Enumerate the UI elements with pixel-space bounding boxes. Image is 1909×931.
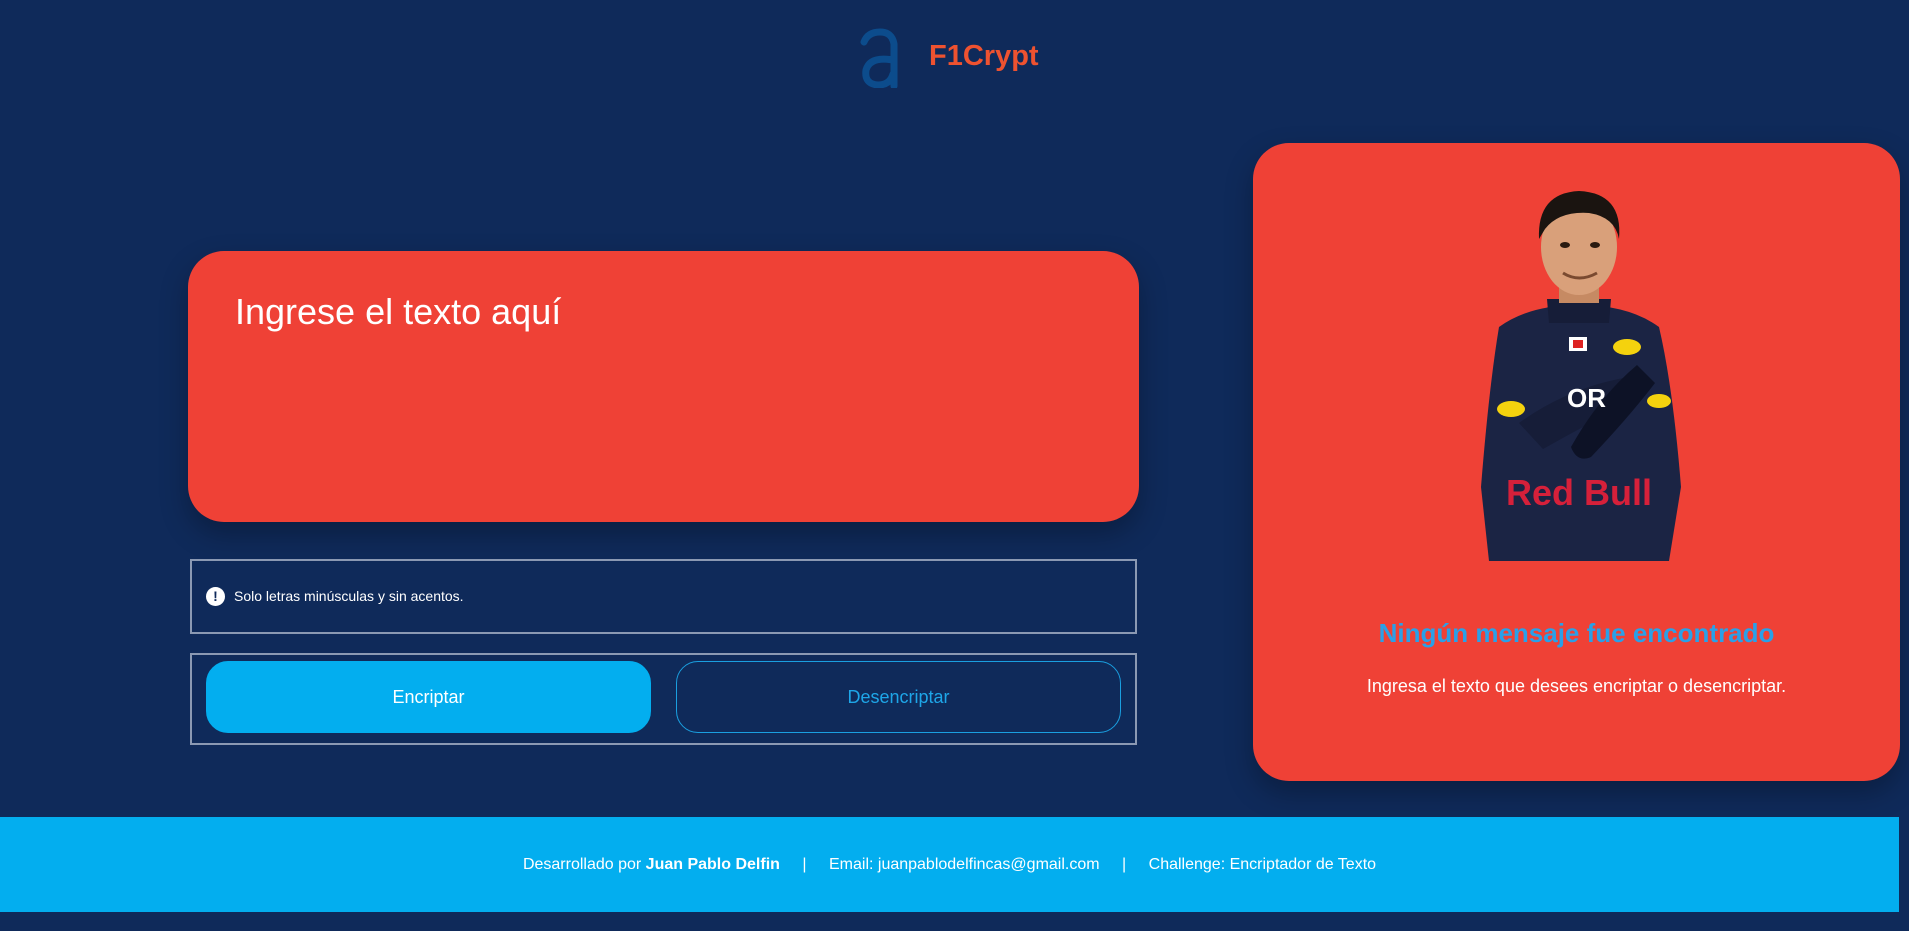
footer-developer-name: Juan Pablo Delfin [645,856,780,873]
no-message-title: Ningún mensaje fue encontrado [1378,618,1775,648]
suit-logo-text: OR [1567,383,1606,413]
brand-title[interactable]: F1Crypt [929,40,1039,73]
page: F1Crypt ! Solo letras minúsculas y sin a… [0,0,1909,931]
footer: Desarrollado por Juan Pablo Delfin | Ema… [0,817,1899,912]
no-message-subtitle: Ingresa el texto que desees encriptar o … [1366,676,1787,696]
footer-challenge: Challenge: Encriptador de Texto [1148,856,1377,873]
footer-email[interactable]: Email: juanpablodelfincas@gmail.com [829,856,1100,873]
header: F1Crypt [0,24,1909,88]
hint-box: ! Solo letras minúsculas y sin acentos. [190,559,1137,634]
buttons-box: Encriptar Desencriptar [190,653,1137,745]
decrypt-button[interactable]: Desencriptar [676,661,1121,733]
footer-separator: | [1122,856,1127,873]
output-card: Red Bull OR Ningún mensaje fue encontrad… [1253,143,1900,781]
driver-illustration: Red Bull OR [1481,191,1681,561]
exclamation-icon: ! [206,587,225,606]
input-card [188,251,1139,522]
suit-sponsor-text: Red Bull [1506,472,1652,513]
text-input[interactable] [235,291,1092,482]
footer-developed-prefix: Desarrollado por [522,856,642,873]
footer-separator: | [802,856,807,873]
hint-text: Solo letras minúsculas y sin acentos. [234,588,464,604]
logo-icon [860,28,898,88]
encrypt-button[interactable]: Encriptar [206,661,651,733]
